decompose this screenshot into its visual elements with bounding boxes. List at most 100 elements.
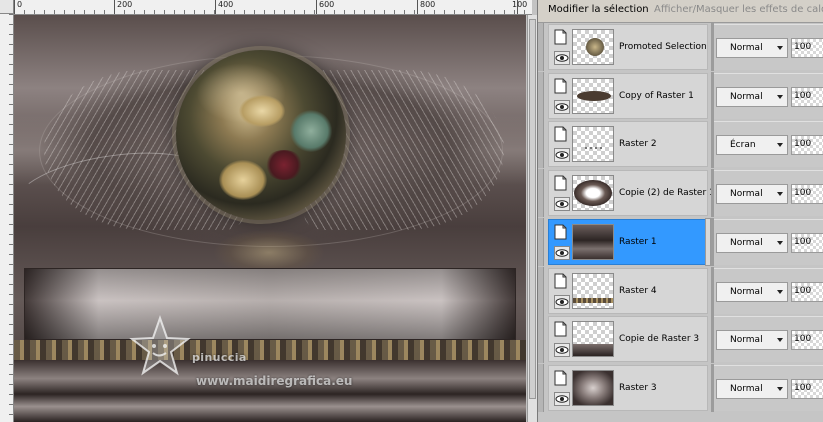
visibility-eye-icon[interactable] [554, 197, 570, 211]
layer-name-area[interactable]: Raster 4 [548, 268, 708, 314]
chevron-down-icon [777, 241, 783, 245]
layer-row[interactable]: Copie (2) de Raster 1 Normal 100 [538, 169, 823, 217]
layer-row[interactable]: Raster 4 Normal 100 [538, 267, 823, 315]
chevron-down-icon [777, 46, 783, 50]
layer-name-area[interactable]: Copie de Raster 3 [548, 316, 708, 362]
layer-type-icon [554, 78, 567, 94]
layer-group-strip [538, 72, 544, 120]
ruler-label: 400 [218, 0, 234, 9]
layer-thumbnail [572, 126, 614, 162]
visibility-eye-icon[interactable] [554, 392, 570, 406]
blend-mode-select[interactable]: Normal [716, 87, 788, 107]
canvas-vertical-scrollbar[interactable] [527, 15, 537, 422]
art-satin-ribbon [14, 360, 526, 422]
layer-type-icon [554, 126, 567, 142]
layer-row[interactable]: Raster 1 Normal 100 [538, 218, 823, 266]
visibility-eye-icon[interactable] [554, 100, 570, 114]
layer-properties: Normal 100 [714, 24, 823, 70]
layer-name-area[interactable]: Copie (2) de Raster 1 [548, 170, 715, 216]
layer-name-area[interactable]: Raster 2 [548, 121, 708, 167]
layers-panel-header: Modifier la sélection Afficher/Masquer l… [538, 0, 823, 23]
opacity-value: 100 [794, 139, 812, 149]
blend-mode-value: Normal [730, 335, 763, 345]
opacity-value: 100 [794, 188, 812, 198]
layer-row[interactable]: Raster 3 Normal 100 [538, 364, 823, 412]
opacity-value: 100 [794, 91, 812, 101]
layer-thumbnail [572, 175, 614, 211]
visibility-eye-icon[interactable] [554, 246, 570, 260]
opacity-field[interactable]: 100 [791, 87, 823, 107]
blend-mode-select[interactable]: Normal [716, 282, 788, 302]
layer-type-icon [554, 273, 567, 289]
blend-mode-select[interactable]: Normal [716, 330, 788, 350]
blend-mode-select[interactable]: Normal [716, 379, 788, 399]
ruler-corner [0, 0, 14, 14]
opacity-field[interactable]: 100 [791, 379, 823, 399]
layer-properties: Normal 100 [714, 316, 823, 362]
layer-name-area[interactable]: Raster 3 [548, 365, 708, 411]
visibility-eye-icon[interactable] [554, 343, 570, 357]
opacity-field[interactable]: 100 [791, 135, 823, 155]
layer-name-area[interactable]: Promoted Selection [548, 24, 708, 70]
layer-properties: Normal 100 [714, 365, 823, 411]
scrollbar-thumb[interactable] [529, 19, 536, 399]
opacity-value: 100 [794, 334, 812, 344]
layer-properties: Écran 100 [714, 121, 823, 167]
blend-mode-value: Normal [730, 189, 763, 199]
visibility-eye-icon[interactable] [554, 295, 570, 309]
blend-mode-select[interactable]: Normal [716, 184, 788, 204]
art-berries [264, 150, 304, 180]
horizontal-ruler: 0 200 400 600 800 100 [14, 0, 532, 15]
layer-list: Promoted Selection Normal 100 Copy of Raste… [538, 23, 823, 422]
layer-row[interactable]: Copy of Raster 1 Normal 100 [538, 72, 823, 120]
toggle-layer-effects-button[interactable]: Afficher/Masquer les effets de calque [654, 4, 823, 15]
visibility-eye-icon[interactable] [554, 148, 570, 162]
layer-name: Raster 1 [619, 237, 657, 247]
opacity-field[interactable]: 100 [791, 330, 823, 350]
layer-group-strip [538, 23, 544, 71]
layer-name: Copy of Raster 1 [619, 91, 694, 101]
layer-properties: Normal 100 [714, 170, 823, 216]
layer-row[interactable]: Raster 2 Écran 100 [538, 120, 823, 168]
opacity-field[interactable]: 100 [791, 282, 823, 302]
visibility-eye-icon[interactable] [554, 51, 570, 65]
ruler-label: 600 [319, 0, 335, 9]
opacity-field[interactable]: 100 [791, 38, 823, 58]
watermark-star-icon [129, 315, 191, 376]
blend-mode-select[interactable]: Normal [716, 38, 788, 58]
opacity-field[interactable]: 100 [791, 184, 823, 204]
layer-type-icon [554, 224, 567, 240]
layer-group-strip [538, 364, 544, 412]
ruler-label: 200 [117, 0, 133, 9]
layer-name-area[interactable]: Copy of Raster 1 [548, 73, 708, 119]
blend-mode-select[interactable]: Normal [716, 233, 788, 253]
layer-type-icon [554, 175, 567, 191]
layer-row[interactable]: Promoted Selection Normal 100 [538, 23, 823, 71]
blend-mode-value: Normal [730, 238, 763, 248]
vertical-ruler [0, 14, 14, 422]
blend-mode-value: Écran [730, 140, 756, 150]
layer-thumbnail [572, 370, 614, 406]
opacity-field[interactable]: 100 [791, 233, 823, 253]
watermark-url: www.maidiregrafica.eu [196, 374, 353, 388]
layer-properties: Normal 100 [714, 73, 823, 119]
layer-properties: Normal 100 [714, 268, 823, 314]
layer-name-area[interactable]: Raster 1 [548, 219, 708, 265]
opacity-value: 100 [794, 42, 812, 52]
blend-mode-select[interactable]: Écran [716, 135, 788, 155]
layer-group-strip [538, 169, 544, 217]
blend-mode-value: Normal [730, 287, 763, 297]
layer-row[interactable]: Copie de Raster 3 Normal 100 [538, 315, 823, 363]
layer-thumbnail [572, 29, 614, 65]
opacity-value: 100 [794, 383, 812, 393]
layer-name: Promoted Selection [619, 42, 707, 52]
chevron-down-icon [777, 338, 783, 342]
image-canvas[interactable]: pinuccia www.maidiregrafica.eu [14, 15, 526, 422]
ruler-label: 0 [17, 0, 23, 9]
blend-mode-value: Normal [730, 384, 763, 394]
opacity-value: 100 [794, 286, 812, 296]
modify-selection-button[interactable]: Modifier la sélection [548, 4, 649, 15]
layer-type-icon [554, 29, 567, 45]
layer-type-icon [554, 321, 567, 337]
layer-name: Raster 2 [619, 139, 657, 149]
